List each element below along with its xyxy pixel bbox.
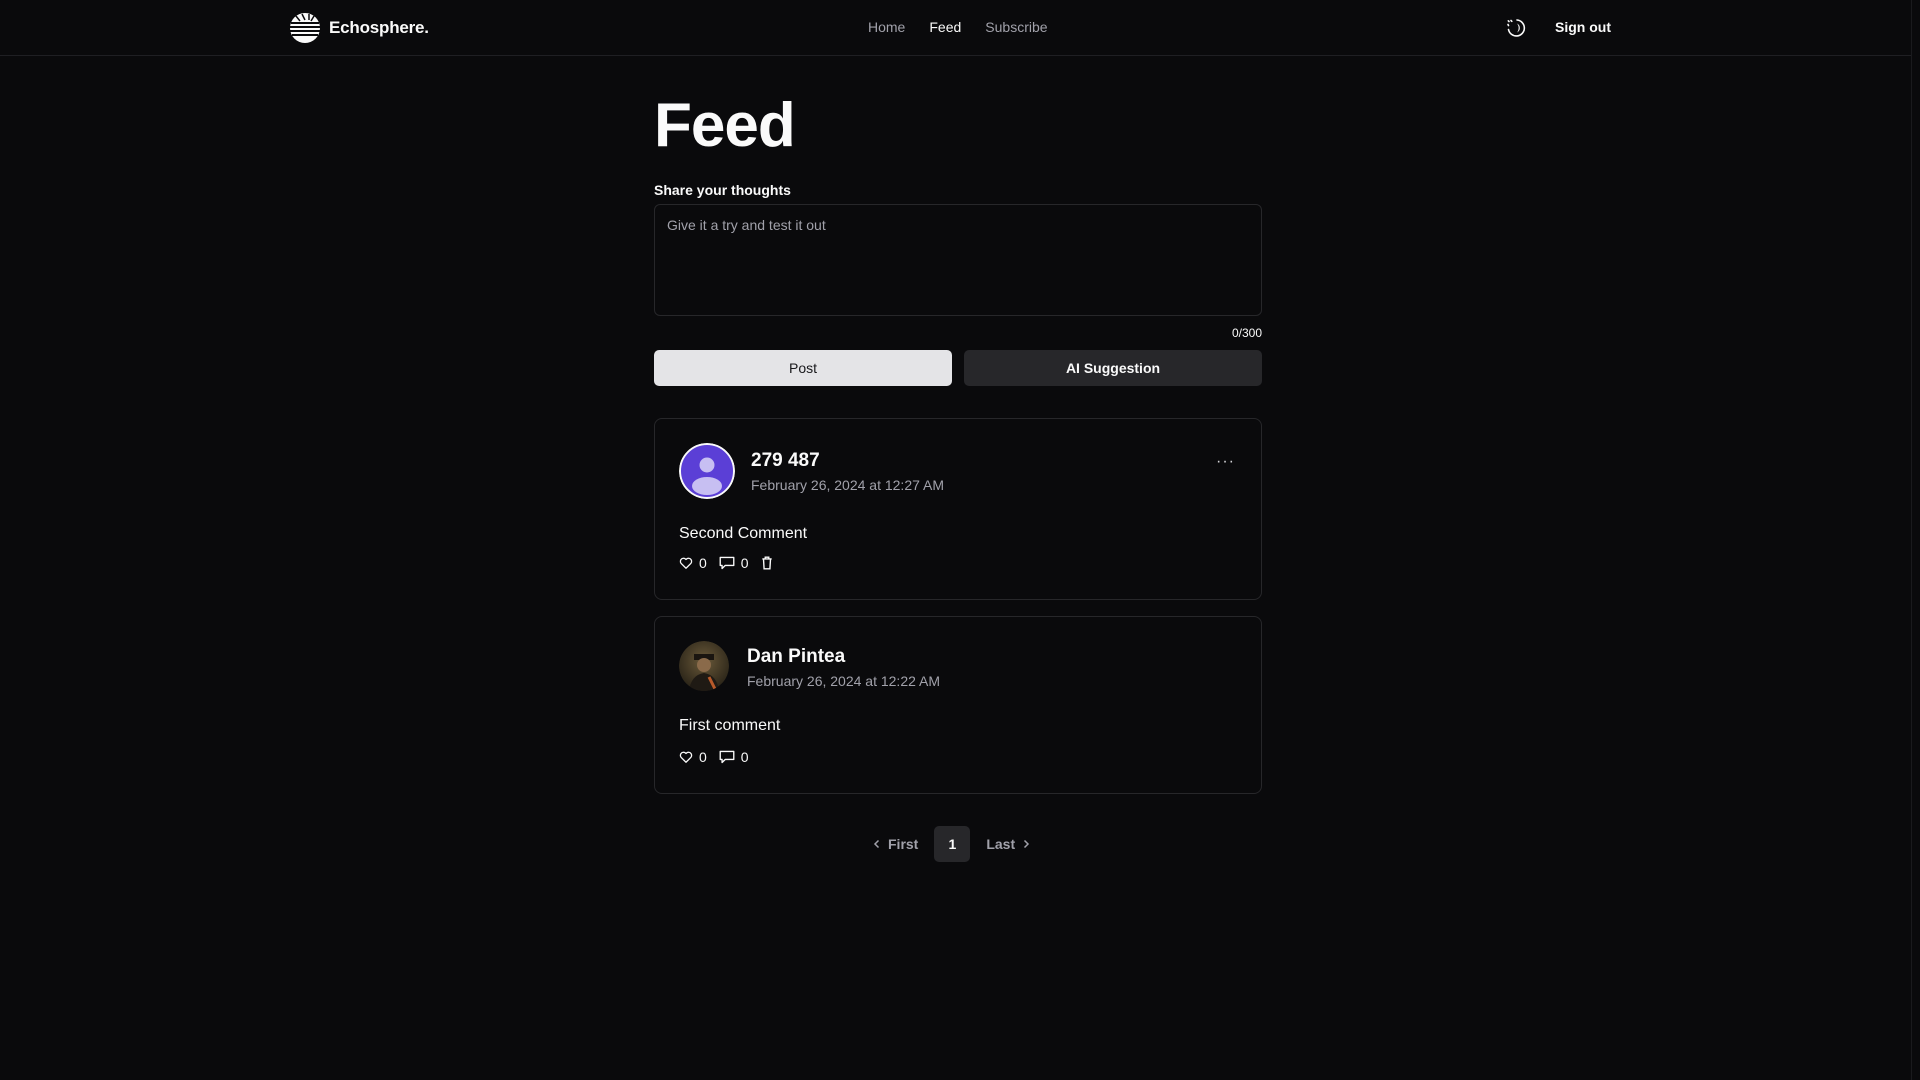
sign-out-button[interactable]: Sign out [1555, 19, 1611, 35]
current-page-button[interactable]: 1 [934, 826, 971, 862]
avatar[interactable] [679, 443, 735, 499]
photo-avatar-icon [679, 641, 729, 691]
top-navigation-bar: Echosphere. Home Feed Subscribe Sign out [0, 0, 1920, 56]
brand-name: Echosphere. [329, 18, 429, 37]
pagination: First 1 Last [868, 826, 1035, 862]
nav-feed[interactable]: Feed [929, 19, 961, 35]
like-count: 0 [699, 749, 707, 765]
like-count: 0 [699, 555, 707, 571]
page-scrollbar[interactable] [1911, 0, 1920, 1080]
chevron-right-icon [1024, 839, 1030, 849]
brand[interactable]: Echosphere. [289, 12, 429, 44]
like-button[interactable]: 0 [679, 749, 707, 765]
post-content: First comment [679, 717, 781, 734]
post-author[interactable]: 279 487 [751, 450, 820, 472]
trash-icon [761, 556, 772, 570]
theme-toggle-button[interactable] [1505, 17, 1527, 39]
post-actions: 0 0 [679, 555, 785, 571]
echosphere-logo-icon [290, 13, 320, 43]
compose-label: Share your thoughts [654, 182, 791, 198]
post-card: 279 487 February 26, 2024 at 12:27 AM ··… [654, 418, 1262, 600]
page-title: Feed [654, 91, 796, 160]
delete-button[interactable] [761, 556, 773, 570]
post-timestamp: February 26, 2024 at 12:27 AM [751, 477, 945, 493]
first-page-label: First [888, 836, 919, 852]
heart-icon [679, 557, 693, 569]
post-button[interactable]: Post [654, 350, 952, 386]
comment-icon [719, 750, 735, 764]
character-counter: 0/300 [1231, 326, 1262, 340]
avatar[interactable] [679, 641, 729, 691]
first-page-button[interactable]: First [868, 836, 922, 852]
moon-icon [1507, 19, 1526, 37]
comment-button[interactable]: 0 [719, 555, 749, 571]
comment-button[interactable]: 0 [719, 749, 749, 765]
post-actions: 0 0 [679, 749, 761, 765]
last-page-label: Last [986, 836, 1016, 852]
comment-count: 0 [740, 555, 749, 571]
post-card: Dan Pintea February 26, 2024 at 12:22 AM… [654, 616, 1262, 794]
comment-count: 0 [740, 749, 749, 765]
nav-subscribe[interactable]: Subscribe [985, 19, 1047, 35]
like-button[interactable]: 0 [679, 555, 707, 571]
last-page-button[interactable]: Last [982, 836, 1035, 852]
ai-suggestion-button[interactable]: AI Suggestion [964, 350, 1262, 386]
heart-icon [679, 751, 693, 763]
post-author[interactable]: Dan Pintea [747, 646, 845, 668]
default-user-avatar-icon [679, 443, 735, 499]
chevron-left-icon [873, 839, 880, 849]
nav-home[interactable]: Home [868, 19, 905, 35]
post-timestamp: February 26, 2024 at 12:22 AM [747, 673, 941, 689]
ellipsis-icon: ··· [1216, 453, 1235, 470]
post-content: Second Comment [679, 525, 808, 542]
main-nav: Home Feed Subscribe [868, 19, 1048, 35]
comment-icon [719, 556, 735, 570]
compose-textarea[interactable] [654, 204, 1262, 316]
more-options-button[interactable]: ··· [1216, 453, 1235, 471]
